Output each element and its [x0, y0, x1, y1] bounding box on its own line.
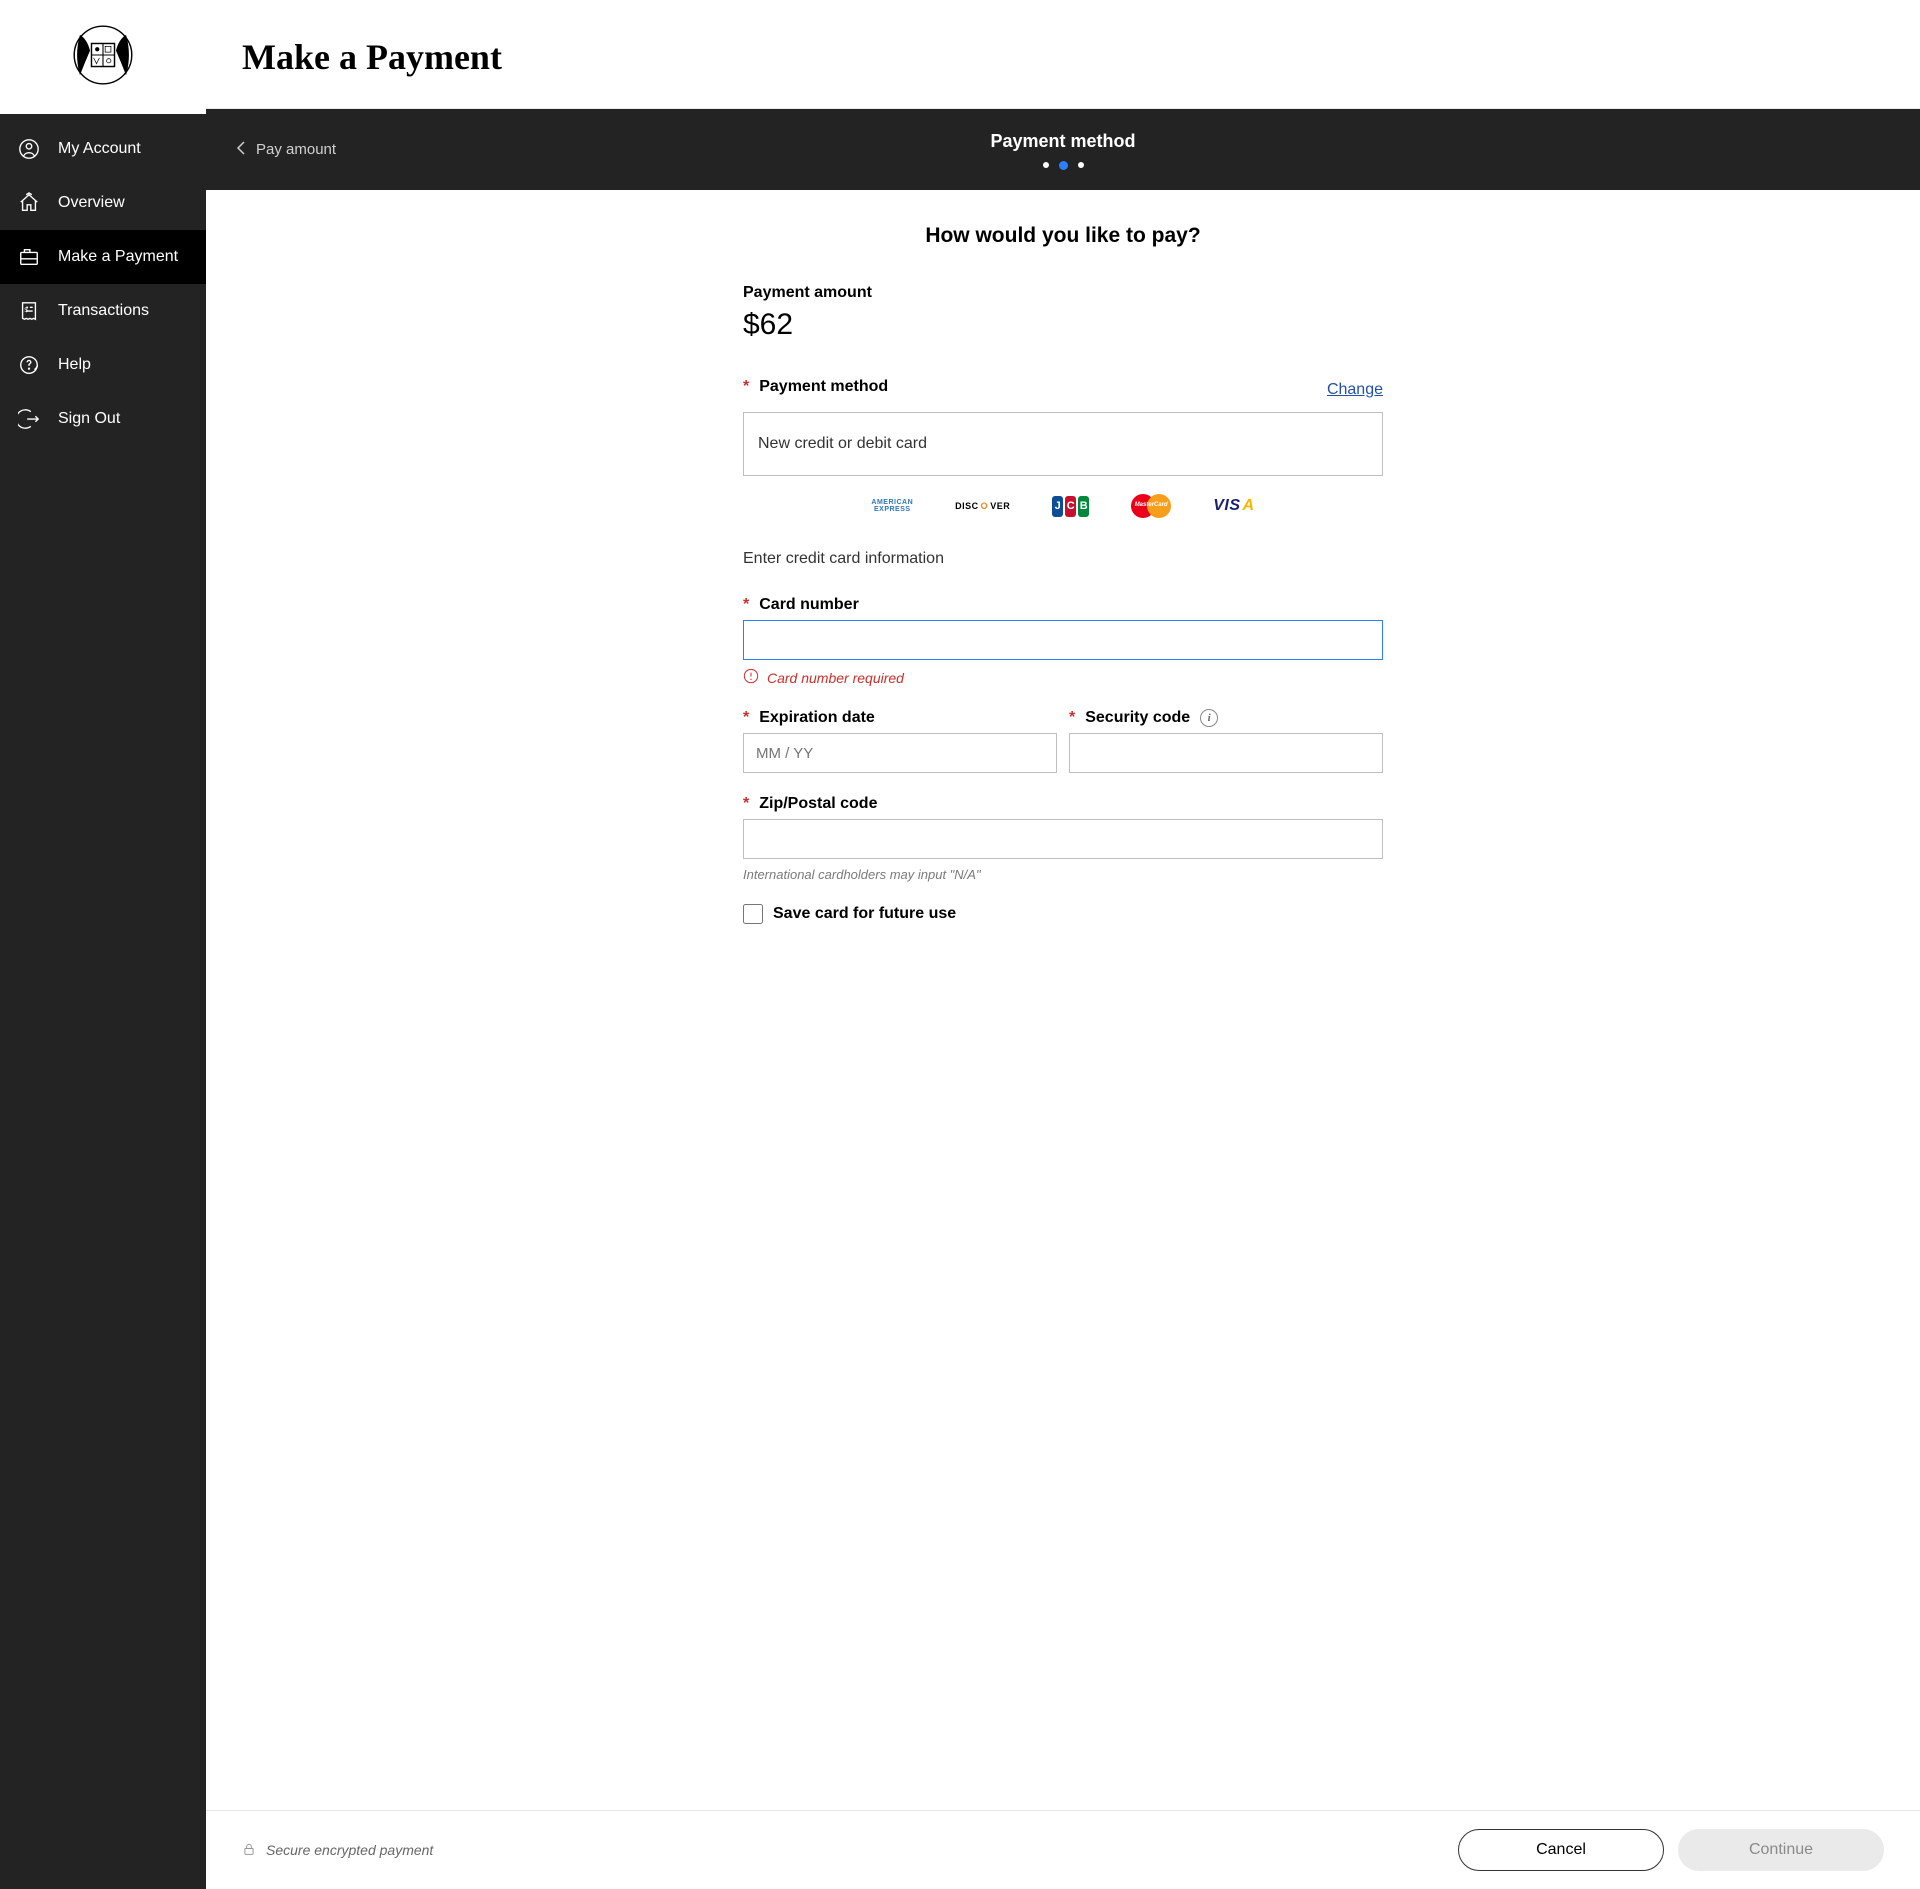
- zip-input[interactable]: [743, 819, 1383, 859]
- nav-my-account[interactable]: My Account: [0, 122, 206, 176]
- step-dot-1: [1043, 162, 1049, 168]
- continue-button[interactable]: Continue: [1678, 1829, 1884, 1871]
- security-code-input[interactable]: [1069, 733, 1383, 773]
- step-dots: [236, 162, 1890, 170]
- jcb-logo-icon: JCB: [1052, 496, 1089, 517]
- question-circle-icon: [18, 354, 40, 376]
- card-number-input[interactable]: [743, 620, 1383, 660]
- zip-label: * Zip/Postal code: [743, 795, 1383, 813]
- nav-label: Sign Out: [58, 410, 120, 428]
- security-code-label: * Security code i: [1069, 709, 1383, 727]
- nav-label: My Account: [58, 140, 141, 158]
- receipt-icon: $: [18, 300, 40, 322]
- chevron-left-icon: [236, 140, 246, 160]
- change-method-link[interactable]: Change: [1327, 381, 1383, 399]
- back-to-pay-amount[interactable]: Pay amount: [236, 140, 336, 160]
- expiration-input[interactable]: [743, 733, 1057, 773]
- expiration-label: * Expiration date: [743, 709, 1057, 727]
- step-dot-3: [1078, 162, 1084, 168]
- back-label: Pay amount: [256, 141, 336, 158]
- payment-method-value[interactable]: New credit or debit card: [743, 412, 1383, 476]
- svg-text:$: $: [24, 307, 28, 314]
- nav-transactions[interactable]: $ Transactions: [0, 284, 206, 338]
- save-card-label: Save card for future use: [773, 905, 956, 923]
- page-title: Make a Payment: [242, 36, 1884, 78]
- header-bar: Make a Payment: [206, 0, 1920, 109]
- mastercard-logo-icon: MasterCard: [1131, 494, 1171, 518]
- info-icon[interactable]: i: [1200, 709, 1218, 727]
- university-seal-icon: [67, 19, 139, 96]
- step-dot-2: [1059, 161, 1068, 170]
- cc-section-hint: Enter credit card information: [743, 550, 1383, 568]
- lock-icon: [242, 1841, 256, 1860]
- save-card-checkbox[interactable]: [743, 904, 763, 924]
- footer-bar: Secure encrypted payment Cancel Continue: [206, 1810, 1920, 1889]
- nav-label: Make a Payment: [58, 248, 178, 266]
- amount-value: $62: [743, 308, 1383, 342]
- card-number-label: * Card number: [743, 596, 1383, 614]
- cancel-button[interactable]: Cancel: [1458, 1829, 1664, 1871]
- nav-sign-out[interactable]: Sign Out: [0, 392, 206, 446]
- sign-out-icon: [18, 408, 40, 430]
- step-title: Payment method: [236, 131, 1890, 152]
- visa-logo-icon: VISA: [1213, 497, 1254, 515]
- zip-hint: International cardholders may input "N/A…: [743, 867, 1383, 882]
- card-number-error: Card number required: [743, 668, 1383, 687]
- required-star-icon: *: [743, 596, 749, 614]
- step-bar: Pay amount Payment method: [206, 109, 1920, 190]
- discover-logo-icon: DISCOVER: [955, 501, 1010, 511]
- nav-help[interactable]: Help: [0, 338, 206, 392]
- payment-method-label: * Payment method: [743, 378, 888, 396]
- sidebar: My Account Overview Make a Payment $ Tra…: [0, 0, 206, 1889]
- register-icon: [18, 246, 40, 268]
- required-star-icon: *: [1069, 709, 1075, 727]
- form-question: How would you like to pay?: [743, 224, 1383, 248]
- logo-area: [0, 0, 206, 114]
- amex-logo-icon: AMERICANEXPRESS: [871, 499, 913, 513]
- nav-overview[interactable]: Overview: [0, 176, 206, 230]
- required-star-icon: *: [743, 795, 749, 813]
- secure-note: Secure encrypted payment: [242, 1841, 433, 1860]
- nav-label: Help: [58, 356, 91, 374]
- nav-label: Overview: [58, 194, 125, 212]
- alert-circle-icon: [743, 668, 759, 687]
- home-icon: [18, 192, 40, 214]
- user-circle-icon: [18, 138, 40, 160]
- nav-label: Transactions: [58, 302, 149, 320]
- card-brand-row: AMERICANEXPRESS DISCOVER JCB MasterCard …: [743, 494, 1383, 518]
- nav-make-payment[interactable]: Make a Payment: [0, 230, 206, 284]
- required-star-icon: *: [743, 378, 749, 396]
- amount-label: Payment amount: [743, 284, 1383, 302]
- required-star-icon: *: [743, 709, 749, 727]
